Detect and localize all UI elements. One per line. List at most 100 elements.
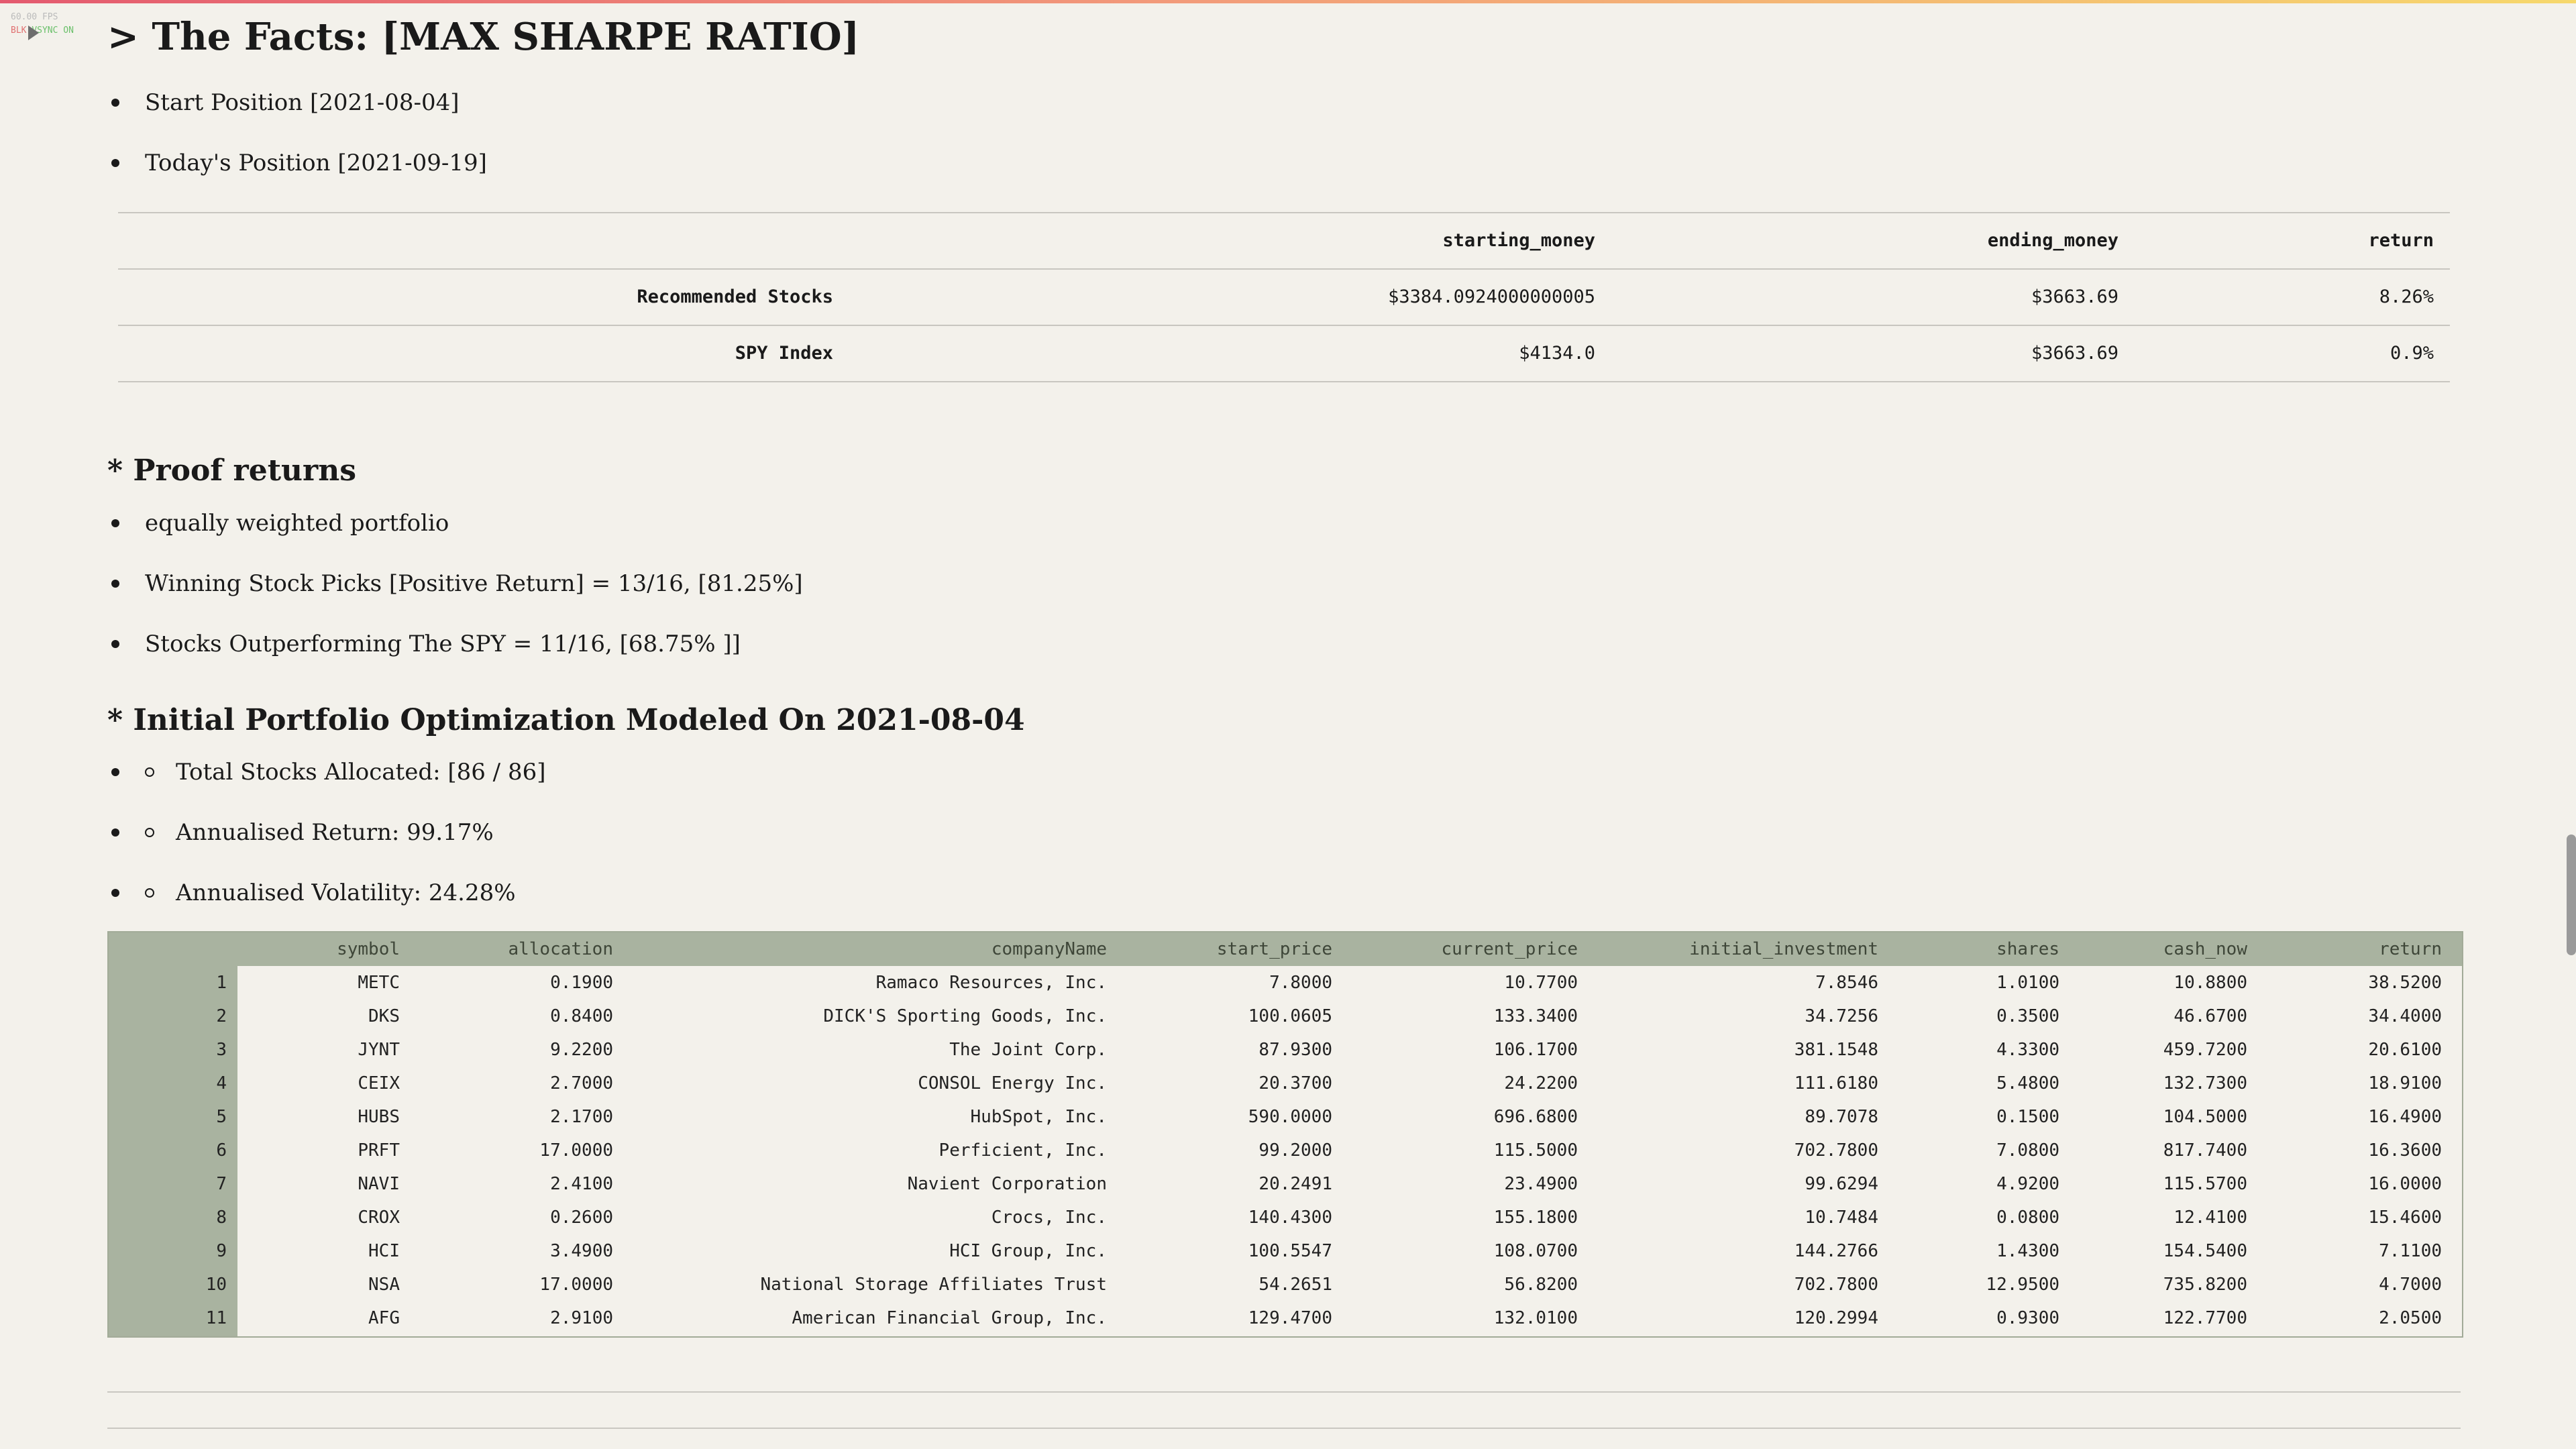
table-cell: AFG xyxy=(368,1308,400,1328)
table-cell: 104.5000 xyxy=(2163,1107,2247,1127)
row-index: 10 xyxy=(205,1275,227,1295)
table-cell: 87.9300 xyxy=(1258,1040,1332,1060)
table-cell: HubSpot, Inc. xyxy=(970,1107,1108,1127)
table-cell: 10.8800 xyxy=(2174,973,2247,993)
divider xyxy=(107,1391,2461,1393)
list-item-text: Annualised Volatility: 24.28% xyxy=(176,879,516,906)
table-cell: HUBS xyxy=(358,1107,400,1127)
table-row: 7 NAVI 2.4100 Navient Corporation 20.2491 23.… xyxy=(109,1167,2462,1201)
table-cell: 0.0800 xyxy=(1996,1208,2059,1228)
table-cell: 99.6294 xyxy=(1805,1174,1878,1194)
table-cell: $3384.0924000000005 xyxy=(1388,286,1595,307)
table-cell: 3.4900 xyxy=(550,1241,613,1261)
list-item: equally weighted portfolio xyxy=(111,508,449,538)
table-cell: Perficient, Inc. xyxy=(938,1140,1107,1161)
divider xyxy=(107,1428,2461,1429)
proof-returns-heading: * Proof returns xyxy=(107,453,356,488)
table-header-cell: shares xyxy=(1996,939,2059,959)
table-row: 2 DKS 0.8400 DICK'S Sporting Goods, Inc. 100… xyxy=(109,1000,2462,1033)
top-accent-bar xyxy=(0,0,2576,3)
table-cell: 154.5400 xyxy=(2163,1241,2247,1261)
table-cell: 7.8546 xyxy=(1815,973,1878,993)
table-header-cell: return xyxy=(2379,939,2442,959)
table-cell: 7.0800 xyxy=(1996,1140,2059,1161)
table-cell: American Financial Group, Inc. xyxy=(792,1308,1107,1328)
table-row: 10 NSA 17.0000 National Storage Affiliates … xyxy=(109,1268,2462,1301)
table-cell: 2.7000 xyxy=(550,1073,613,1093)
table-cell: 7.8000 xyxy=(1269,973,1332,993)
table-header-cell: companyName xyxy=(991,939,1107,959)
table-row: 5 HUBS 2.1700 HubSpot, Inc. 590.0000 696.6800… xyxy=(109,1100,2462,1134)
table-cell: $3663.69 xyxy=(2031,343,2118,364)
table-cell: 18.9100 xyxy=(2368,1073,2442,1093)
table-cell: 144.2766 xyxy=(1794,1241,1878,1261)
table-row: 11 AFG 2.9100 American Financial Group, Inc… xyxy=(109,1301,2462,1335)
table-cell: CONSOL Energy Inc. xyxy=(918,1073,1107,1093)
table-cell: 133.3400 xyxy=(1493,1006,1578,1026)
table-row: 9 HCI 3.4900 HCI Group, Inc. 100.5547 108.070… xyxy=(109,1234,2462,1268)
table-cell: HCI Group, Inc. xyxy=(949,1241,1107,1261)
row-label: SPY Index xyxy=(735,343,833,364)
list-item: Stocks Outperforming The SPY = 11/16, [6… xyxy=(111,629,741,659)
table-cell: 12.4100 xyxy=(2174,1208,2247,1228)
table-cell: 0.8400 xyxy=(550,1006,613,1026)
vertical-scrollbar[interactable] xyxy=(2567,835,2576,955)
table-cell: 12.9500 xyxy=(1986,1275,2059,1295)
table-header-cell: ending_money xyxy=(1987,230,2118,251)
bullet-icon xyxy=(111,828,119,837)
table-cell: 38.5200 xyxy=(2368,973,2442,993)
list-item-text: Winning Stock Picks [Positive Return] = … xyxy=(145,570,803,597)
caret-right-icon[interactable] xyxy=(28,25,39,40)
table-cell: 0.1500 xyxy=(1996,1107,2059,1127)
table-cell: 15.4600 xyxy=(2368,1208,2442,1228)
table-cell: CEIX xyxy=(358,1073,400,1093)
facts-table: starting_money ending_money return Recom… xyxy=(118,212,2450,382)
table-cell: 89.7078 xyxy=(1805,1107,1878,1127)
table-cell: 590.0000 xyxy=(1248,1107,1332,1127)
table-cell: 46.6700 xyxy=(2174,1006,2247,1026)
bullet-icon xyxy=(111,159,119,167)
row-index: 4 xyxy=(216,1073,227,1093)
table-row: 3 JYNT 9.2200 The Joint Corp. 87.9300 106.170… xyxy=(109,1033,2462,1067)
list-item: Winning Stock Picks [Positive Return] = … xyxy=(111,569,803,598)
table-row: SPY Index $4134.0 $3663.69 0.9% xyxy=(118,325,2450,382)
table-cell: 2.9100 xyxy=(550,1308,613,1328)
list-item: Annualised Return: 99.17% xyxy=(111,818,494,847)
table-cell: 100.5547 xyxy=(1248,1241,1332,1261)
table-cell: Navient Corporation xyxy=(907,1174,1107,1194)
table-header-cell: allocation xyxy=(508,939,613,959)
table-header-cell: start_price xyxy=(1216,939,1332,959)
table-cell: 129.4700 xyxy=(1248,1308,1332,1328)
list-item: Start Position [2021-08-04] xyxy=(111,88,460,117)
table-cell: 696.6800 xyxy=(1493,1107,1578,1127)
table-cell: 20.2491 xyxy=(1258,1174,1332,1194)
table-header-cell: current_price xyxy=(1441,939,1578,959)
table-header-cell: initial_investment xyxy=(1689,939,1878,959)
table-cell: 155.1800 xyxy=(1493,1208,1578,1228)
table-cell: 8.26% xyxy=(2379,286,2434,307)
table-cell: 735.8200 xyxy=(2163,1275,2247,1295)
list-item-text: Total Stocks Allocated: [86 / 86] xyxy=(176,759,546,786)
table-cell: 34.7256 xyxy=(1805,1006,1878,1026)
table-cell: 381.1548 xyxy=(1794,1040,1878,1060)
table-cell: 2.1700 xyxy=(550,1107,613,1127)
sub-bullet-icon xyxy=(145,888,154,898)
table-cell: DKS xyxy=(368,1006,400,1026)
list-item-text: equally weighted portfolio xyxy=(145,510,449,537)
table-cell: 0.9300 xyxy=(1996,1308,2059,1328)
index-header-cell xyxy=(109,932,227,966)
table-row: 4 CEIX 2.7000 CONSOL Energy Inc. 20.3700 24.2… xyxy=(109,1067,2462,1100)
table-cell: 16.4900 xyxy=(2368,1107,2442,1127)
table-cell: 4.9200 xyxy=(1996,1174,2059,1194)
table-cell: 0.3500 xyxy=(1996,1006,2059,1026)
row-index: 5 xyxy=(216,1107,227,1127)
table-cell: 111.6180 xyxy=(1794,1073,1878,1093)
table-cell: 2.0500 xyxy=(2379,1308,2442,1328)
table-cell: 20.6100 xyxy=(2368,1040,2442,1060)
table-row: 1 METC 0.1900 Ramaco Resources, Inc. 7.8000 1… xyxy=(109,966,2462,1000)
table-cell: $4134.0 xyxy=(1519,343,1595,364)
list-item-text: Annualised Return: 99.17% xyxy=(176,819,494,846)
row-index: 2 xyxy=(216,1006,227,1026)
table-cell: 0.1900 xyxy=(550,973,613,993)
table-cell: 7.1100 xyxy=(2379,1241,2442,1261)
